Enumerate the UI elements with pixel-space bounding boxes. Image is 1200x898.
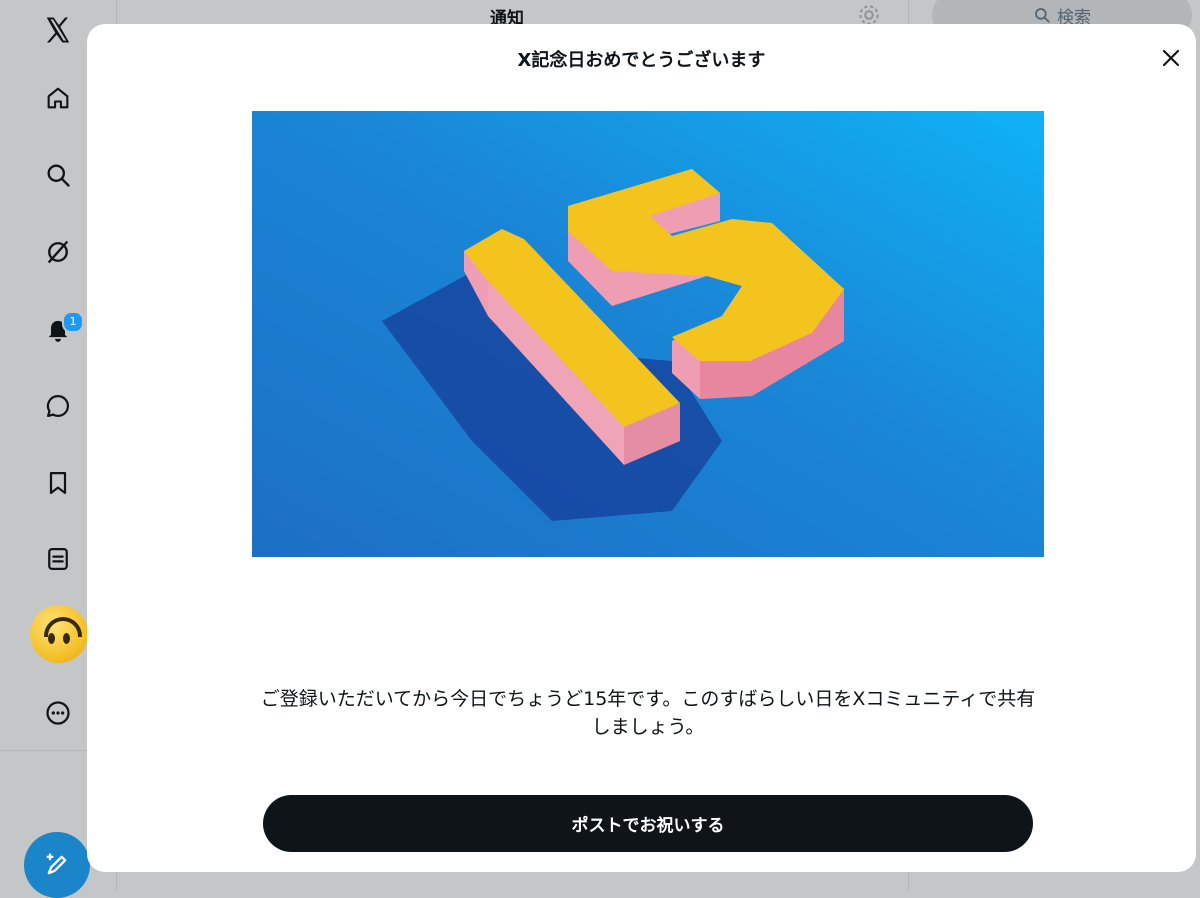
- close-button[interactable]: [1155, 42, 1187, 74]
- close-icon: [1162, 49, 1180, 67]
- post-celebration-button[interactable]: ポストでお祝いする: [263, 795, 1033, 852]
- bell-icon[interactable]: 1: [34, 305, 84, 353]
- bookmark-icon[interactable]: [34, 459, 82, 507]
- modal-title: X記念日おめでとうございます: [517, 50, 766, 71]
- search-icon[interactable]: [34, 151, 82, 199]
- notification-badge: 1: [62, 311, 84, 333]
- more-icon[interactable]: [34, 689, 82, 737]
- compose-icon[interactable]: [24, 832, 90, 898]
- list-icon[interactable]: [34, 535, 82, 583]
- anniversary-modal: X記念日おめでとうございます ご登録いただいてから今日でちょうど15年です。この…: [87, 24, 1196, 872]
- search-icon: [1035, 8, 1050, 23]
- anniversary-message: ご登録いただいてから今日でちょうど15年です。このすばらしい日をXコミュニティで…: [260, 688, 1036, 738]
- x-logo-icon[interactable]: [34, 6, 82, 54]
- message-icon[interactable]: [34, 382, 82, 430]
- grok-icon[interactable]: [34, 228, 82, 276]
- home-icon[interactable]: [34, 74, 82, 122]
- avatar[interactable]: [30, 605, 88, 663]
- anniversary-image: [252, 111, 1044, 557]
